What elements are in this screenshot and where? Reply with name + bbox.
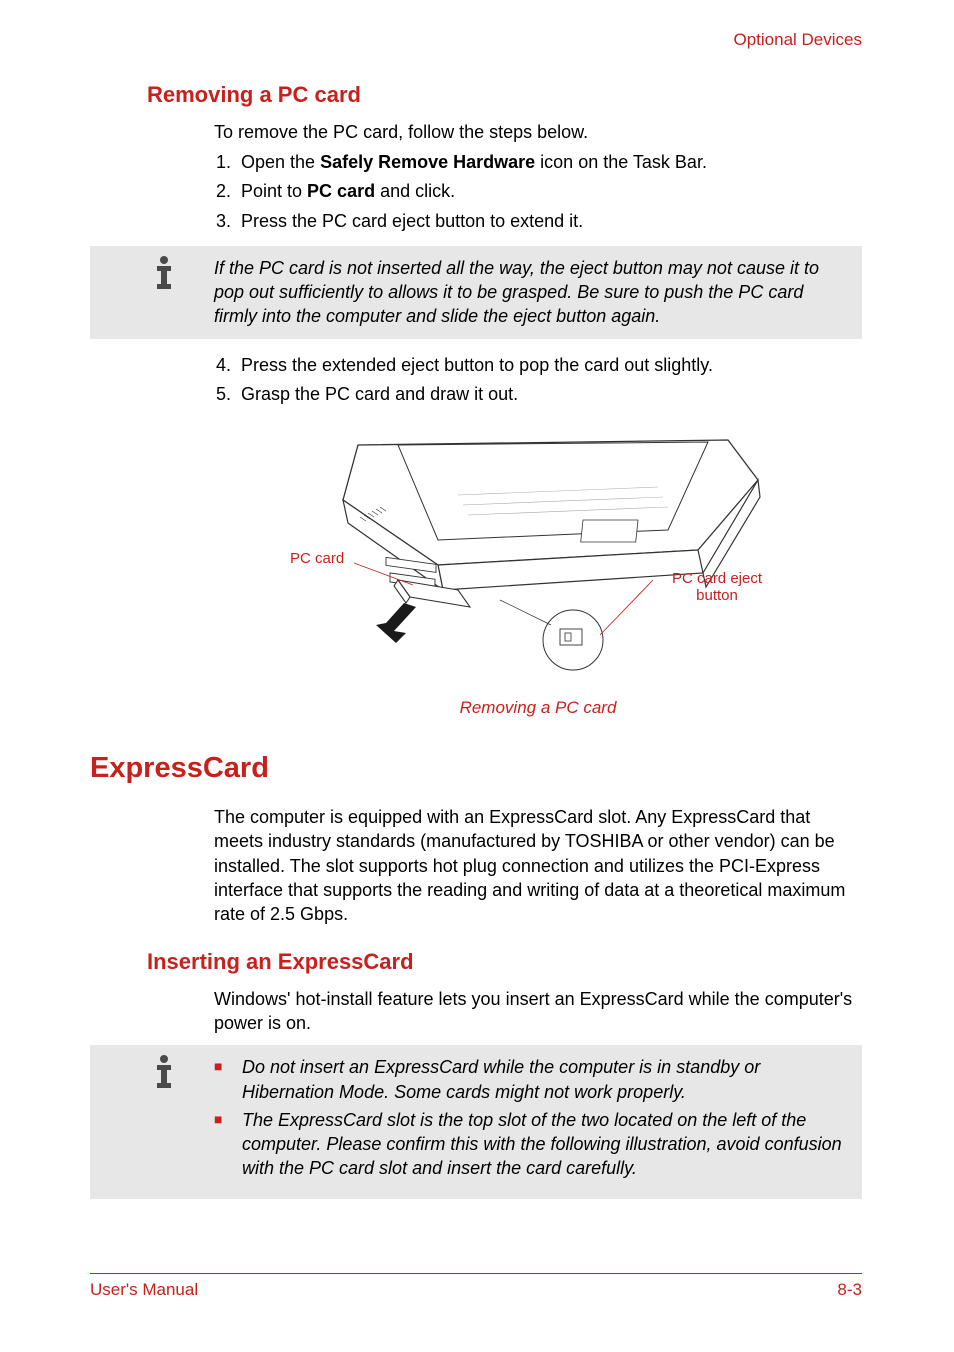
removing-heading: Removing a PC card	[147, 82, 862, 108]
page-content: Removing a PC card To remove the PC card…	[90, 82, 862, 1213]
list-item: Open the Safely Remove Hardware icon on …	[236, 150, 862, 175]
list-item: Point to PC card and click.	[236, 179, 862, 204]
figure: PC card PC card eject button Removing a …	[214, 425, 862, 718]
laptop-illustration: PC card PC card eject button	[298, 425, 778, 685]
figure-label-eject: PC card eject button	[656, 570, 778, 604]
page-footer: User's Manual 8-3	[90, 1273, 862, 1300]
note-bullet-list: Do not insert an ExpressCard while the c…	[214, 1055, 850, 1180]
header-section: Optional Devices	[733, 30, 862, 50]
list-item: The ExpressCard slot is the top slot of …	[214, 1108, 850, 1181]
list-item: Grasp the PC card and draw it out.	[236, 382, 862, 407]
figure-caption: Removing a PC card	[214, 698, 862, 718]
inserting-body: Windows' hot-install feature lets you in…	[214, 987, 862, 1036]
footer-left: User's Manual	[90, 1280, 198, 1300]
footer-right: 8-3	[837, 1280, 862, 1300]
info-icon	[146, 1053, 182, 1089]
note-box-1: If the PC card is not inserted all the w…	[90, 246, 862, 339]
removing-intro: To remove the PC card, follow the steps …	[214, 120, 862, 144]
note-box-2: Do not insert an ExpressCard while the c…	[90, 1045, 862, 1198]
list-item: Press the extended eject button to pop t…	[236, 353, 862, 378]
note-text: If the PC card is not inserted all the w…	[214, 258, 819, 327]
info-icon	[146, 254, 182, 290]
removing-steps-1: Open the Safely Remove Hardware icon on …	[214, 150, 862, 234]
list-item: Do not insert an ExpressCard while the c…	[214, 1055, 850, 1104]
list-item: Press the PC card eject button to extend…	[236, 209, 862, 234]
inserting-heading: Inserting an ExpressCard	[147, 949, 862, 975]
removing-steps-2: Press the extended eject button to pop t…	[214, 353, 862, 407]
figure-label-pc-card: PC card	[290, 550, 344, 567]
express-body: The computer is equipped with an Express…	[214, 805, 862, 926]
express-heading: ExpressCard	[90, 752, 862, 785]
